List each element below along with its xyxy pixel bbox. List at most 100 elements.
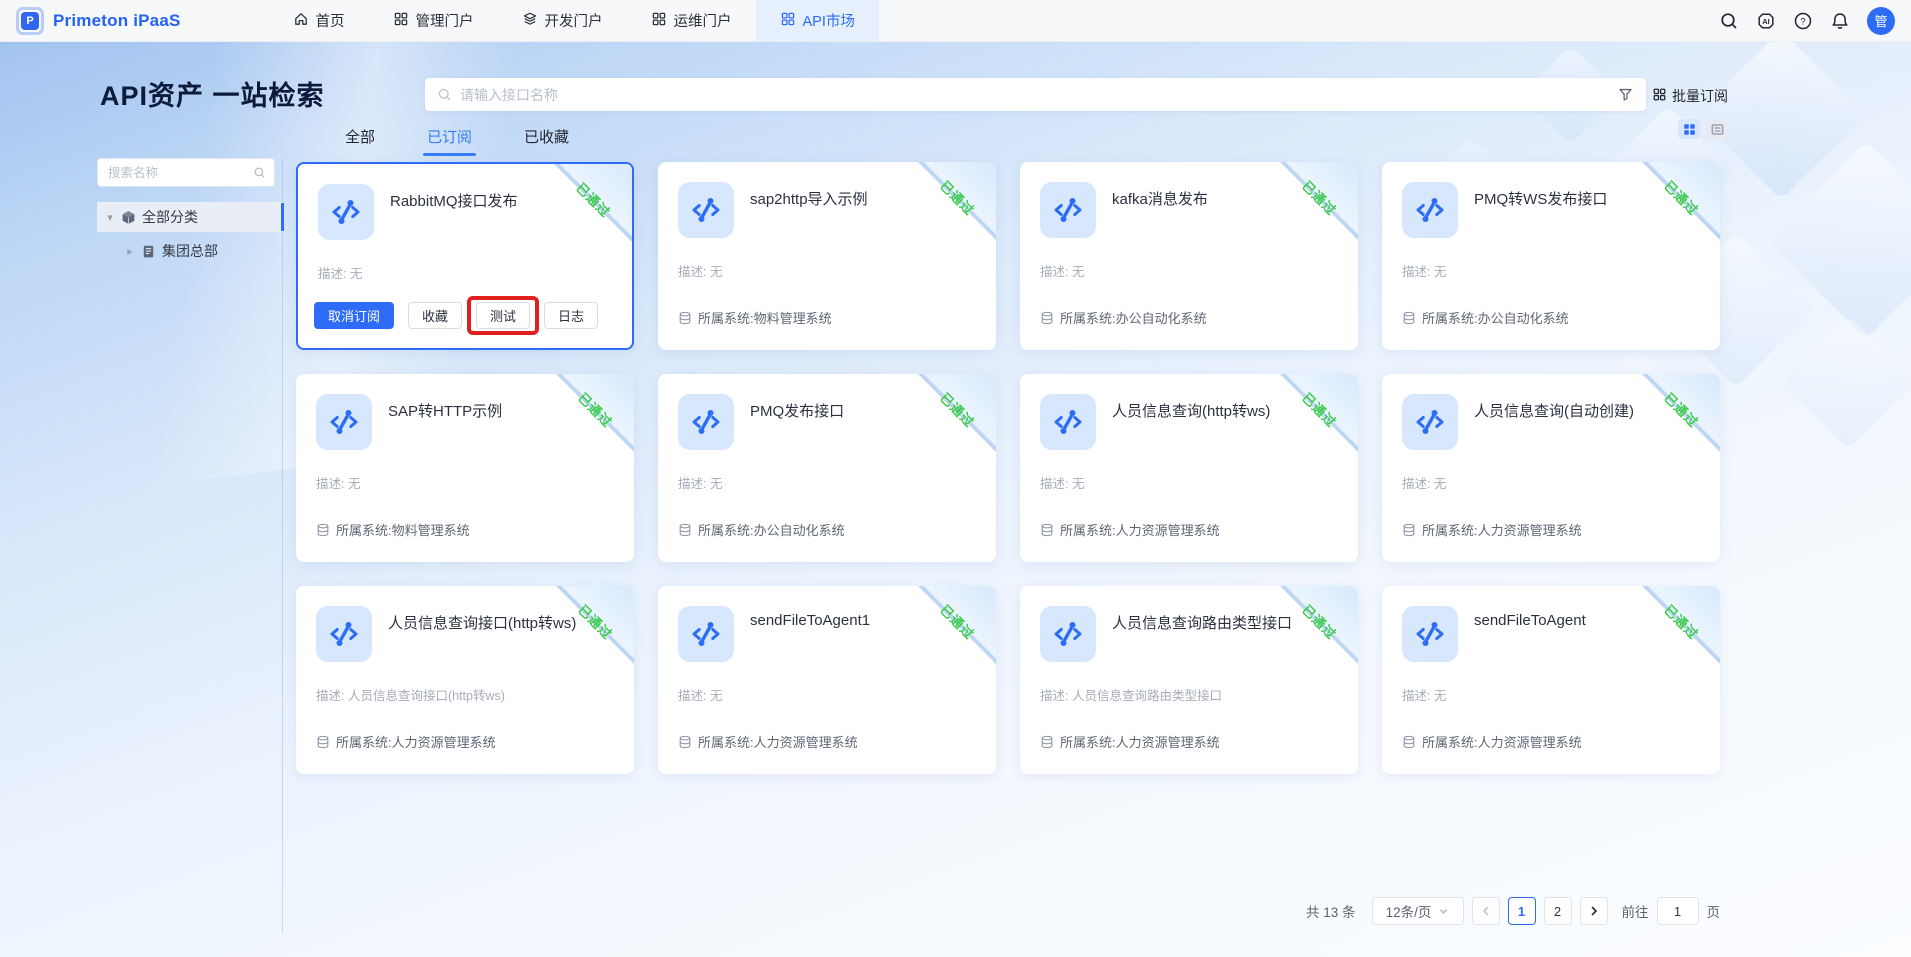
api-card[interactable]: kafka消息发布 描述: 无 所属系统:办公自动化系统 已通过 [1020, 162, 1358, 350]
api-icon [1040, 606, 1096, 662]
api-icon [1402, 606, 1458, 662]
nav-item-home[interactable]: 首页 [269, 0, 369, 41]
card-desc: 描述: 无 [678, 689, 723, 703]
card-title: kafka消息发布 [1112, 191, 1208, 208]
ribbon-label: 已通过 [937, 178, 978, 219]
status-ribbon: 已通过 [1640, 162, 1720, 242]
page-size-select[interactable]: 12条/页 [1371, 897, 1464, 925]
chevron-right-icon[interactable]: ▸ [125, 245, 135, 258]
api-search-input[interactable] [460, 86, 1604, 103]
card-title: sendFileToAgent1 [750, 612, 871, 629]
status-ribbon: 已通过 [916, 162, 996, 242]
view-toggles [1678, 119, 1728, 139]
svg-text:?: ? [1800, 16, 1805, 27]
api-card[interactable]: PMQ发布接口 描述: 无 所属系统:办公自动化系统 已通过 [658, 374, 996, 562]
avatar[interactable]: 管 [1867, 6, 1895, 35]
nav-item-admin-portal[interactable]: 管理门户 [369, 0, 498, 41]
grid-icon [651, 11, 667, 31]
tab-subscribed[interactable]: 已订阅 [423, 126, 477, 156]
card-system-text: 所属系统:人力资源管理系统 [336, 735, 496, 750]
card-system-text: 所属系统:办公自动化系统 [698, 523, 845, 538]
card-desc: 描述: 无 [678, 265, 723, 279]
page-button-1[interactable]: 1 [1507, 897, 1536, 925]
api-card[interactable]: 人员信息查询(http转ws) 描述: 无 所属系统:人力资源管理系统 已通过 [1020, 374, 1358, 562]
log-button[interactable]: 日志 [544, 302, 599, 329]
card-system: 所属系统:人力资源管理系统 [1402, 732, 1582, 751]
ribbon-label: 已通过 [937, 390, 978, 431]
page-title: API资产 一站检索 [100, 81, 325, 111]
database-icon [1403, 523, 1415, 536]
search-icon [437, 87, 452, 102]
goto-page-input[interactable] [1656, 897, 1699, 925]
status-ribbon: 已通过 [552, 164, 632, 244]
main-nav: 首页 管理门户 开发门户 运维门户 API市场 [269, 0, 879, 41]
card-system-text: 所属系统:办公自动化系统 [1422, 311, 1569, 326]
category-search [97, 158, 275, 187]
card-system: 所属系统:人力资源管理系统 [678, 732, 858, 751]
card-desc: 描述: 人员信息查询接口(http转ws) [316, 689, 505, 703]
layers-icon [522, 11, 538, 31]
tab-favorited[interactable]: 已收藏 [524, 126, 569, 156]
page-unit-label: 页 [1706, 905, 1721, 920]
help-icon[interactable]: ? [1793, 11, 1813, 31]
card-title: SAP转HTTP示例 [388, 403, 503, 420]
api-icon [1402, 394, 1458, 450]
api-icon [678, 606, 734, 662]
brand[interactable]: P Primeton iPaaS [0, 6, 197, 35]
card-title: PMQ发布接口 [750, 403, 845, 420]
prev-page-button[interactable] [1471, 897, 1500, 925]
chevron-down-icon[interactable]: ▾ [105, 211, 115, 224]
api-card[interactable]: 人员信息查询(自动创建) 描述: 无 所属系统:人力资源管理系统 已通过 [1382, 374, 1720, 562]
card-system: 所属系统:人力资源管理系统 [1040, 520, 1220, 539]
nav-item-api-market[interactable]: API市场 [755, 0, 879, 41]
api-icon [1040, 182, 1096, 238]
card-desc: 描述: 无 [316, 477, 361, 491]
list-view-button[interactable] [1706, 119, 1728, 139]
card-system-text: 所属系统:办公自动化系统 [1060, 311, 1207, 326]
next-page-button[interactable] [1579, 897, 1608, 925]
navbar-right: AI ? 管 [1719, 6, 1911, 35]
card-desc: 描述: 无 [318, 267, 363, 281]
home-icon [293, 11, 309, 31]
unsubscribe-button[interactable]: 取消订阅 [314, 302, 395, 329]
tree-node-all-categories[interactable]: ▾ 全部分类 [97, 202, 284, 232]
api-card[interactable]: RabbitMQ接口发布 描述: 无 取消订阅 收藏 测试 日志 已通过 [296, 162, 634, 350]
api-card[interactable]: 人员信息查询接口(http转ws) 描述: 人员信息查询接口(http转ws) … [296, 586, 634, 774]
api-card[interactable]: sendFileToAgent 描述: 无 所属系统:人力资源管理系统 已通过 [1382, 586, 1720, 774]
api-icon [1402, 182, 1458, 238]
bell-icon[interactable] [1830, 11, 1850, 31]
nav-item-ops-portal[interactable]: 运维门户 [627, 0, 756, 41]
api-card[interactable]: PMQ转WS发布接口 描述: 无 所属系统:办公自动化系统 已通过 [1382, 162, 1720, 350]
nav-item-dev-portal[interactable]: 开发门户 [498, 0, 627, 41]
batch-subscribe-button[interactable]: 批量订阅 [1652, 86, 1728, 106]
card-desc: 描述: 无 [1402, 265, 1447, 279]
category-search-input[interactable] [108, 165, 248, 180]
card-system-text: 所属系统:人力资源管理系统 [1422, 735, 1582, 750]
tab-all[interactable]: 全部 [345, 126, 375, 156]
card-system-text: 所属系统:物料管理系统 [698, 311, 832, 326]
api-icon [678, 182, 734, 238]
api-card[interactable]: sendFileToAgent1 描述: 无 所属系统:人力资源管理系统 已通过 [658, 586, 996, 774]
card-system-text: 所属系统:人力资源管理系统 [1060, 735, 1220, 750]
card-desc: 描述: 人员信息查询路由类型接口 [1040, 689, 1222, 703]
total-count: 共 13 条 [1305, 905, 1356, 920]
test-button[interactable]: 测试 [476, 302, 531, 329]
ribbon-label: 已通过 [937, 602, 978, 643]
ribbon-label: 已通过 [573, 180, 614, 221]
status-ribbon: 已通过 [1640, 586, 1720, 666]
page-button-2[interactable]: 2 [1543, 897, 1572, 925]
favorite-button[interactable]: 收藏 [408, 302, 463, 329]
tab-bar: 全部 已订阅 已收藏 [345, 126, 569, 156]
grid-icon [1652, 87, 1667, 105]
tree-node-group-hq[interactable]: ▸ 集团总部 [97, 236, 283, 266]
grid-view-button[interactable] [1678, 119, 1700, 139]
filter-funnel-icon[interactable] [1617, 86, 1634, 103]
api-card[interactable]: SAP转HTTP示例 描述: 无 所属系统:物料管理系统 已通过 [296, 374, 634, 562]
cube-icon [122, 210, 135, 224]
status-ribbon: 已通过 [1640, 374, 1720, 454]
api-card[interactable]: 人员信息查询路由类型接口 描述: 人员信息查询路由类型接口 所属系统:人力资源管… [1020, 586, 1358, 774]
api-card[interactable]: sap2http导入示例 描述: 无 所属系统:物料管理系统 已通过 [658, 162, 996, 350]
ai-icon[interactable]: AI [1756, 11, 1776, 31]
brand-name: Primeton iPaaS [53, 10, 181, 30]
search-icon[interactable] [1719, 11, 1739, 31]
